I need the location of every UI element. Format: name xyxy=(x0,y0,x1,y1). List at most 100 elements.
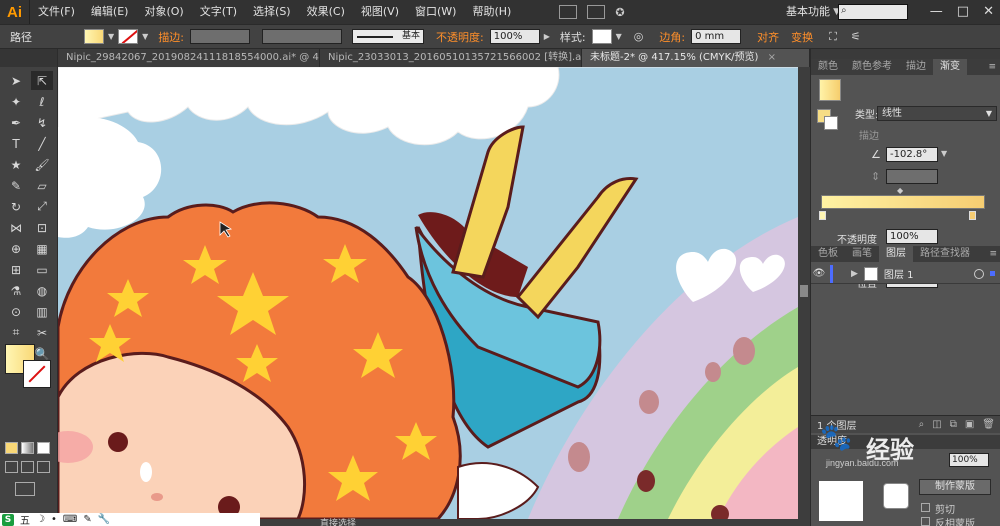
pen-icon[interactable]: ✎ xyxy=(83,514,91,525)
isolate-icon[interactable]: ⛶ xyxy=(829,30,837,44)
type-tool-icon[interactable]: T xyxy=(5,134,27,153)
selection-indicator[interactable] xyxy=(990,271,995,276)
graphic-style-swatch[interactable] xyxy=(591,29,612,44)
tab-color[interactable]: 颜色 xyxy=(811,59,845,75)
aspect-ratio-field[interactable] xyxy=(886,169,938,184)
minimize-button[interactable]: — xyxy=(930,0,943,24)
gradient-mode-button[interactable] xyxy=(21,442,34,454)
tab-brushes[interactable]: 画笔 xyxy=(845,246,879,262)
menu-file[interactable]: 文件(F) xyxy=(30,0,83,24)
midpoint-marker[interactable]: ◆ xyxy=(897,186,903,195)
gradient-slider[interactable] xyxy=(821,195,985,209)
eyedropper-tool-icon[interactable]: ⚗ xyxy=(5,281,27,300)
shape-builder-tool-icon[interactable]: ⊕ xyxy=(5,239,27,258)
align-link[interactable]: 对齐 xyxy=(751,29,785,45)
make-mask-button[interactable]: 制作蒙版 xyxy=(919,479,991,495)
transform-link[interactable]: 变换 xyxy=(785,29,819,45)
free-transform-tool-icon[interactable]: ⊡ xyxy=(31,218,53,237)
workspace-switcher[interactable]: 基本功能 xyxy=(786,0,830,24)
opacity-label[interactable]: 不透明度: xyxy=(430,29,490,45)
chevron-down-icon[interactable]: ▼ xyxy=(941,149,947,158)
panel-grip[interactable] xyxy=(811,49,1000,59)
draw-behind-icon[interactable] xyxy=(21,461,34,473)
gradient-stop-end[interactable] xyxy=(969,211,976,220)
tab-pathfinder[interactable]: 路径查找器 xyxy=(913,246,977,262)
eye-icon[interactable]: 👁 xyxy=(811,268,827,279)
recolor-icon[interactable]: ◎ xyxy=(634,30,644,43)
chevron-down-icon[interactable]: ▼ xyxy=(142,32,148,41)
stroke-swatch[interactable] xyxy=(118,29,139,44)
tab-document-2[interactable]: Nipic_23033013_20160510135721566002 [转换]… xyxy=(320,49,582,67)
expand-arrow-icon[interactable]: ▶ xyxy=(851,269,858,279)
artboard-tool-icon[interactable]: ⌗ xyxy=(5,323,27,342)
bridge-icon[interactable] xyxy=(559,5,578,19)
wrench-icon[interactable]: 🔧 xyxy=(98,514,110,525)
panel-grip[interactable] xyxy=(0,49,57,67)
vertical-scrollbar[interactable] xyxy=(798,67,810,519)
color-mode-button[interactable] xyxy=(5,442,18,454)
invert-mask-checkbox[interactable] xyxy=(921,517,930,526)
blend-tool-icon[interactable]: ◍ xyxy=(31,281,53,300)
scrollbar-thumb[interactable] xyxy=(800,285,808,297)
curvature-tool-icon[interactable]: ↯ xyxy=(31,113,53,132)
variable-width-field[interactable] xyxy=(262,29,343,44)
menu-effect[interactable]: 效果(C) xyxy=(299,0,353,24)
stroke-label[interactable]: 描边: xyxy=(152,29,190,45)
pencil-tool-icon[interactable]: ✎ xyxy=(5,176,27,195)
menu-view[interactable]: 视图(V) xyxy=(353,0,407,24)
menu-type[interactable]: 文字(T) xyxy=(192,0,245,24)
menu-help[interactable]: 帮助(H) xyxy=(464,0,519,24)
layer-target-icon[interactable] xyxy=(974,268,984,279)
tab-stroke[interactable]: 描边 xyxy=(899,59,933,75)
stop-opacity-field[interactable]: 100% xyxy=(886,229,938,244)
layer-name[interactable]: 图层 1 xyxy=(884,266,914,281)
tab-gradient[interactable]: 渐变 xyxy=(933,59,967,75)
selection-tool-icon[interactable]: ➤ xyxy=(5,71,27,90)
draw-inside-icon[interactable] xyxy=(37,461,50,473)
gradient-preview-swatch[interactable] xyxy=(819,79,841,101)
width-tool-icon[interactable]: ⋈ xyxy=(5,218,27,237)
graph-tool-icon[interactable]: ▥ xyxy=(31,302,53,321)
fill-stroke-control[interactable] xyxy=(5,344,55,394)
panel-menu-icon[interactable]: ≡ xyxy=(988,59,1000,75)
fill-swatch[interactable] xyxy=(84,29,104,44)
screen-mode-icon[interactable] xyxy=(15,482,35,496)
gradient-angle-field[interactable]: -102.8° xyxy=(886,147,938,162)
corner-label[interactable]: 边角: xyxy=(653,29,691,45)
maximize-button[interactable]: □ xyxy=(957,0,969,24)
keyboard-icon[interactable]: ⌨ xyxy=(63,514,77,525)
close-button[interactable]: ✕ xyxy=(983,0,994,24)
menu-select[interactable]: 选择(S) xyxy=(245,0,299,24)
tab-color-guide[interactable]: 颜色参考 xyxy=(845,59,899,75)
menu-window[interactable]: 窗口(W) xyxy=(407,0,464,24)
arrange-icon[interactable]: ⚟ xyxy=(851,30,861,43)
clip-checkbox[interactable] xyxy=(921,503,930,512)
tab-layers[interactable]: 图层 xyxy=(879,246,913,262)
close-icon[interactable]: × xyxy=(768,52,776,63)
chevron-right-icon[interactable]: ▶ xyxy=(544,32,550,41)
tab-swatches[interactable]: 色板 xyxy=(811,246,845,262)
stroke-weight-field[interactable] xyxy=(190,29,251,44)
punctuation-icon[interactable]: • xyxy=(51,514,57,525)
perspective-grid-tool-icon[interactable]: ▦ xyxy=(31,239,53,258)
chevron-down-icon[interactable]: ▼ xyxy=(616,32,622,41)
corner-radius-field[interactable]: 0 mm xyxy=(691,29,742,44)
gradient-stop-start[interactable] xyxy=(819,211,826,220)
rotate-tool-icon[interactable]: ↻ xyxy=(5,197,27,216)
paintbrush-tool-icon[interactable]: 🖌 xyxy=(31,155,53,174)
magic-wand-tool-icon[interactable]: ✦ xyxy=(5,92,27,111)
gradient-tool-icon[interactable]: ▭ xyxy=(31,260,53,279)
none-mode-button[interactable] xyxy=(37,442,50,454)
chevron-down-icon[interactable]: ▼ xyxy=(108,32,114,41)
scale-tool-icon[interactable]: ⤢ xyxy=(31,197,53,216)
stroke-indicator[interactable] xyxy=(824,116,838,130)
menu-object[interactable]: 对象(O) xyxy=(136,0,191,24)
draw-normal-icon[interactable] xyxy=(5,461,18,473)
tab-document-3[interactable]: 未标题-2* @ 417.15% (CMYK/预览) × xyxy=(582,49,810,67)
mask-thumbnail[interactable] xyxy=(883,483,909,509)
panel-menu-icon[interactable]: ≡ xyxy=(989,246,1000,262)
direct-selection-tool-icon[interactable]: ⇱ xyxy=(31,71,53,90)
moon-icon[interactable]: ☽ xyxy=(36,514,45,525)
opacity-field[interactable]: 100% xyxy=(489,29,540,44)
gradient-type-select[interactable]: 线性 ▼ xyxy=(877,106,997,121)
